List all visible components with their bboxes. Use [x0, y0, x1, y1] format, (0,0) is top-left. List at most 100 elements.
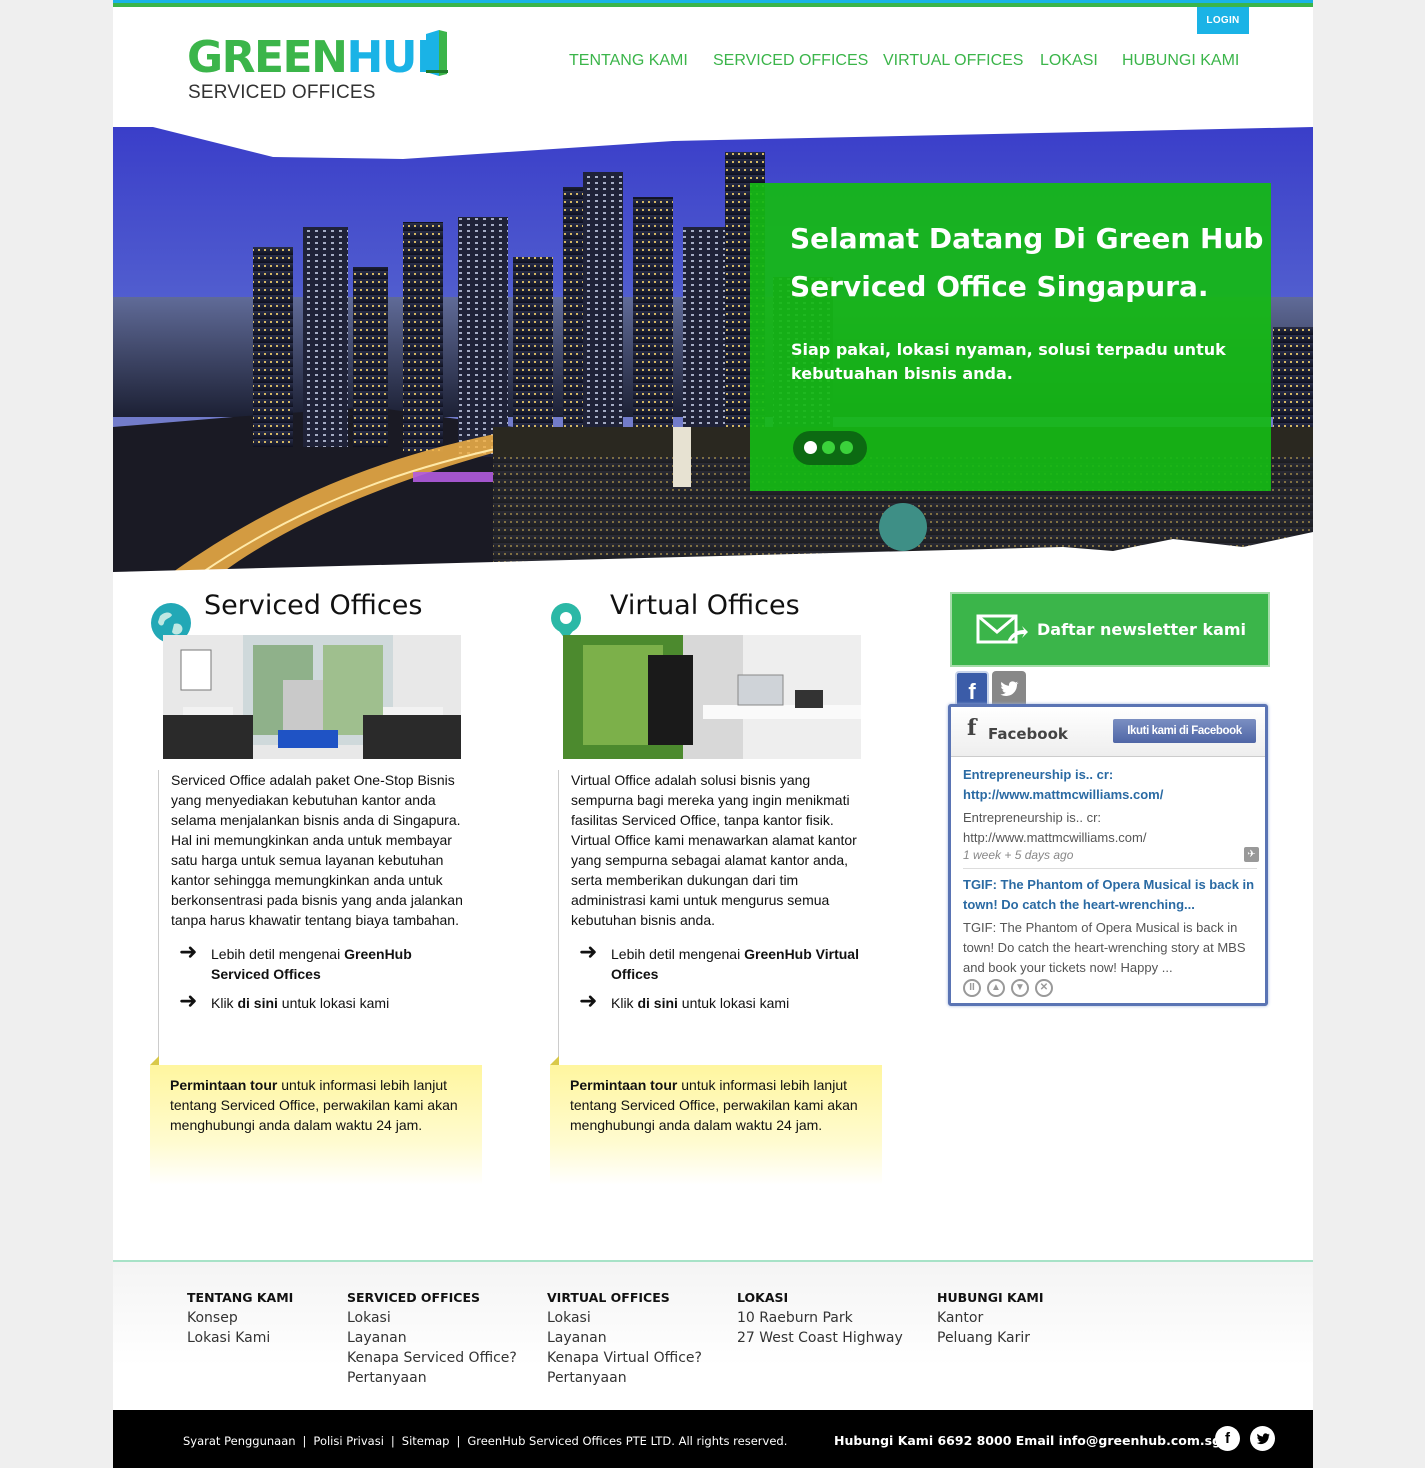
serviced-tour-note[interactable]: Permintaan tour untuk informasi lebih la…: [150, 1056, 482, 1185]
arrow-right-icon: ➜: [179, 988, 198, 1013]
privacy-link[interactable]: Polisi Privasi: [313, 1434, 384, 1448]
hero-banner: Selamat Datang Di Green Hub Serviced Off…: [113, 127, 1313, 572]
arrow-right-icon: ➜: [579, 939, 598, 964]
scroll-down-icon[interactable]: ▼: [1011, 979, 1029, 997]
footer-col-hubungi: HUBUNGI KAMI Kantor Peluang Karir: [937, 1288, 1043, 1348]
divider: [963, 868, 1257, 869]
footer-link[interactable]: Lokasi: [547, 1308, 702, 1328]
terms-link[interactable]: Syarat Penggunaan: [183, 1434, 296, 1448]
logo[interactable]: GREENHUB SERVICED OFFICES: [187, 30, 467, 105]
scroll-up-icon[interactable]: ▲: [987, 979, 1005, 997]
hero-overlay: Selamat Datang Di Green Hub Serviced Off…: [750, 183, 1271, 491]
link-suffix: untuk lokasi kami: [677, 995, 790, 1011]
serviced-offices-location-link[interactable]: ➜ Klik di sini untuk lokasi kami: [171, 988, 468, 1013]
slider-dot-2[interactable]: [822, 441, 835, 454]
fb-post-body: Entrepreneurship is.. cr: http://www.mat…: [963, 810, 1147, 845]
footer-col-lokasi: LOKASI 10 Raeburn Park 27 West Coast Hig…: [737, 1288, 903, 1348]
arrow-right-icon: ➜: [579, 988, 598, 1013]
nav-hubungi-kami[interactable]: HUBUNGI KAMI: [1122, 52, 1239, 70]
fb-post-title[interactable]: TGIF: The Phantom of Opera Musical is ba…: [963, 875, 1259, 915]
facebook-icon: f: [968, 679, 976, 704]
footer-link[interactable]: Layanan: [347, 1328, 517, 1348]
footer-link[interactable]: Kantor: [937, 1308, 1043, 1328]
twitter-icon: [1000, 681, 1019, 696]
fb-post: Entrepreneurship is.. cr: http://www.mat…: [963, 765, 1259, 862]
envelope-icon: [976, 614, 1028, 644]
slider-dots: [793, 431, 867, 465]
contact-info: Hubungi Kami 6692 8000 Email info@greenh…: [834, 1433, 1222, 1448]
link-prefix: Lebih detil mengenai: [611, 946, 745, 962]
footer-link[interactable]: Konsep: [187, 1308, 293, 1328]
virtual-tour-note[interactable]: Permintaan tour untuk informasi lebih la…: [550, 1056, 882, 1185]
serviced-offices-title: Serviced Offices: [204, 590, 423, 621]
copyright: GreenHub Serviced Offices PTE LTD. All r…: [467, 1434, 788, 1448]
logo-door-icon: [426, 30, 448, 76]
login-button[interactable]: LOGIN: [1197, 7, 1249, 34]
footer-heading[interactable]: VIRTUAL OFFICES: [547, 1288, 702, 1308]
newsletter-signup-button[interactable]: Daftar newsletter kami: [950, 592, 1270, 667]
footer-nav: TENTANG KAMI Konsep Lokasi Kami SERVICED…: [113, 1260, 1313, 1410]
close-icon[interactable]: ✕: [1035, 979, 1053, 997]
footer-heading[interactable]: SERVICED OFFICES: [347, 1288, 517, 1308]
fb-widget-header: f Facebook Ikuti kami di Facebook: [951, 707, 1265, 757]
fb-post: TGIF: The Phantom of Opera Musical is ba…: [963, 875, 1259, 978]
footer-link[interactable]: Lokasi: [347, 1308, 517, 1328]
sitemap-link[interactable]: Sitemap: [402, 1434, 450, 1448]
link-prefix: Klik: [211, 995, 238, 1011]
tour-request-link[interactable]: Permintaan tour: [170, 1077, 277, 1093]
footer-heading[interactable]: HUBUNGI KAMI: [937, 1288, 1043, 1308]
twitter-icon[interactable]: [1250, 1426, 1275, 1451]
footer-link[interactable]: Peluang Karir: [937, 1328, 1043, 1348]
link-prefix: Klik: [611, 995, 638, 1011]
fb-post-time: 1 week + 5 days ago: [963, 848, 1074, 862]
footer-heading[interactable]: LOKASI: [737, 1288, 903, 1308]
arrow-right-icon: ➜: [179, 939, 198, 964]
hero-title: Selamat Datang Di Green Hub Serviced Off…: [790, 222, 1264, 303]
virtual-offices-location-link[interactable]: ➜ Klik di sini untuk lokasi kami: [571, 988, 868, 1013]
footer-link[interactable]: 10 Raeburn Park: [737, 1308, 903, 1328]
virtual-offices-details-link[interactable]: ➜ Lebih detil mengenai GreenHub Virtual …: [571, 939, 868, 984]
tour-request-link[interactable]: Permintaan tour: [570, 1077, 677, 1093]
virtual-offices-description: Virtual Office adalah solusi bisnis yang…: [571, 772, 857, 928]
footer-link[interactable]: Pertanyaan: [347, 1368, 517, 1388]
nav-virtual-offices[interactable]: VIRTUAL OFFICES: [883, 52, 1023, 70]
twitter-tab[interactable]: [992, 671, 1026, 707]
facebook-icon[interactable]: f: [1215, 1426, 1240, 1451]
nav-tentang-kami[interactable]: TENTANG KAMI: [569, 52, 688, 70]
pause-icon[interactable]: II: [963, 979, 981, 997]
legal-links: Syarat Penggunaan | Polisi Privasi | Sitemap…: [183, 1434, 788, 1448]
serviced-offices-details-link[interactable]: ➜ Lebih detil mengenai GreenHub Serviced…: [171, 939, 468, 984]
top-accent-bar: [113, 0, 1313, 7]
footer-col-serviced: SERVICED OFFICES Lokasi Layanan Kenapa S…: [347, 1288, 517, 1388]
fb-post-title[interactable]: Entrepreneurship is.. cr: http://www.mat…: [963, 765, 1259, 805]
serviced-offices-description: Serviced Office adalah paket One-Stop Bi…: [171, 772, 463, 928]
newsletter-label: Daftar newsletter kami: [1037, 620, 1247, 639]
footer-link[interactable]: Kenapa Serviced Office?: [347, 1348, 517, 1368]
serviced-office-photo: [163, 635, 461, 759]
footer-link[interactable]: Kenapa Virtual Office?: [547, 1348, 702, 1368]
bottom-bar: Syarat Penggunaan | Polisi Privasi | Sitemap…: [113, 1410, 1313, 1468]
virtual-office-photo: [563, 635, 861, 759]
nav-lokasi[interactable]: LOKASI: [1040, 52, 1098, 70]
logo-wordmark: GREENHUB: [187, 32, 450, 83]
footer-col-virtual: VIRTUAL OFFICES Lokasi Layanan Kenapa Vi…: [547, 1288, 702, 1388]
footer-link[interactable]: Pertanyaan: [547, 1368, 702, 1388]
fb-post-body: TGIF: The Phantom of Opera Musical is ba…: [963, 920, 1246, 975]
virtual-offices-title: Virtual Offices: [610, 590, 800, 621]
facebook-feed-widget: f Facebook Ikuti kami di Facebook Entrep…: [948, 704, 1268, 1006]
link-bold: di sini: [637, 995, 678, 1011]
footer-link[interactable]: 27 West Coast Highway: [737, 1328, 903, 1348]
facebook-tab[interactable]: f: [955, 671, 989, 707]
slider-dot-3[interactable]: [840, 441, 853, 454]
footer-link[interactable]: Layanan: [547, 1328, 702, 1348]
nav-serviced-offices[interactable]: SERVICED OFFICES: [713, 52, 868, 70]
follow-facebook-button[interactable]: Ikuti kami di Facebook: [1113, 719, 1256, 743]
link-prefix: Lebih detil mengenai: [211, 946, 345, 962]
footer-heading[interactable]: TENTANG KAMI: [187, 1288, 293, 1308]
slider-dot-1[interactable]: [804, 441, 817, 454]
share-twitter-icon[interactable]: ✈: [1244, 847, 1259, 862]
footer-link[interactable]: Lokasi Kami: [187, 1328, 293, 1348]
note-corner: [150, 1056, 159, 1065]
serviced-offices-body: Serviced Office adalah paket One-Stop Bi…: [158, 770, 468, 1060]
link-bold: di sini: [237, 995, 278, 1011]
